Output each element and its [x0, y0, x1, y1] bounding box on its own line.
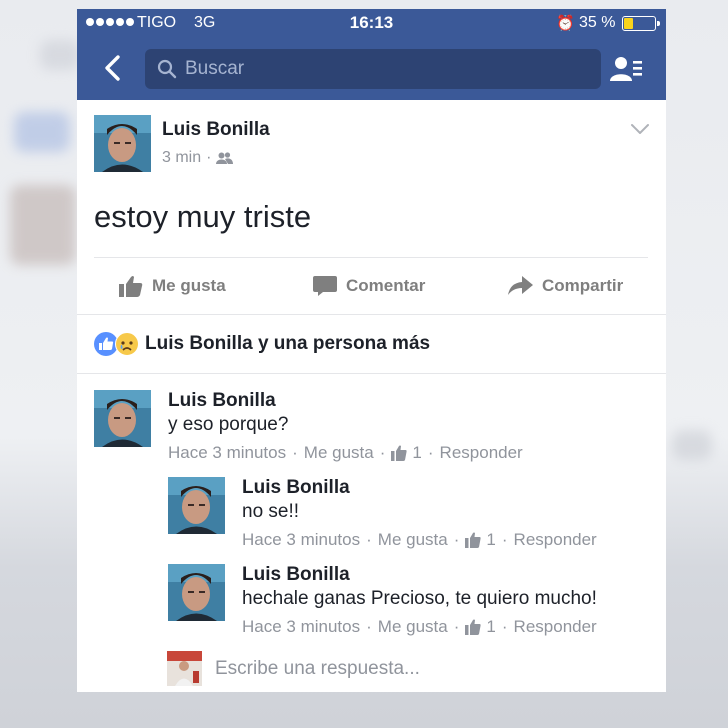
comment-bubble-icon [313, 276, 337, 296]
post-text: estoy muy triste [94, 199, 312, 234]
thumbs-up-icon [119, 276, 143, 297]
sad-reaction-icon [115, 332, 139, 356]
divider [77, 314, 666, 315]
search-input[interactable] [185, 49, 585, 89]
reply-reply-link[interactable]: Responder [514, 617, 597, 637]
background-blur [40, 40, 80, 70]
background-blur [14, 112, 70, 152]
back-arrow-icon[interactable] [99, 53, 129, 83]
comment: Luis Bonilla y eso porque? Hace 3 minuto… [94, 390, 654, 470]
comment-reply-link[interactable]: Responder [440, 443, 523, 463]
like-button-label: Me gusta [152, 276, 226, 295]
share-button-label: Compartir [542, 276, 624, 295]
thumbs-up-icon [465, 619, 482, 635]
chevron-down-icon[interactable] [630, 122, 650, 136]
thumbs-up-icon [465, 532, 482, 548]
post-meta: 3 min · [162, 149, 234, 167]
reply-like-link[interactable]: Me gusta [378, 617, 448, 637]
reply-time: Hace 3 minutos [242, 617, 361, 636]
comment-author-avatar[interactable] [94, 390, 151, 447]
comment-reply: Luis Bonilla no se!! Hace 3 minutos · Me… [168, 477, 648, 557]
share-arrow-icon [508, 276, 533, 295]
comment-like-link[interactable]: Me gusta [304, 443, 374, 463]
post-actions: Me gusta Comentar Compartir [77, 259, 666, 314]
current-user-avatar [167, 651, 202, 686]
divider [94, 257, 648, 258]
reply-author-name[interactable]: Luis Bonilla [242, 564, 350, 586]
search-icon [157, 59, 177, 79]
reply-time: Hace 3 minutos [242, 530, 361, 549]
reply-like-count[interactable]: 1 [486, 530, 495, 550]
comment-text: y eso porque? [168, 414, 289, 435]
share-button[interactable]: Compartir [507, 271, 623, 301]
reply-input[interactable] [215, 653, 655, 685]
reply-text: hechale ganas Precioso, te quiero mucho! [242, 588, 597, 609]
alarm-clock-icon: ⏰ [556, 15, 575, 32]
separator-dot: · [206, 149, 212, 166]
post-time[interactable]: 3 min [162, 149, 201, 167]
comment-like-count[interactable]: 1 [412, 443, 421, 463]
reactions-text: Luis Bonilla y una persona más [145, 333, 431, 354]
reply-like-count[interactable]: 1 [486, 617, 495, 637]
reply-meta: Hace 3 minutos · Me gusta · 1 · Responde… [242, 617, 597, 637]
reply-like-link[interactable]: Me gusta [378, 530, 448, 550]
friends-icon [216, 151, 234, 164]
post-author-avatar[interactable] [94, 115, 151, 172]
comment-time: Hace 3 minutos [168, 443, 287, 462]
divider [77, 373, 666, 374]
reply-reply-link[interactable]: Responder [514, 530, 597, 550]
reply-meta: Hace 3 minutos · Me gusta · 1 · Responde… [242, 530, 597, 550]
phone-screen: TIGO 3G 16:13 ⏰ 35 % Buscar Luis Bonilla… [77, 9, 666, 692]
thumbs-up-icon [391, 445, 408, 461]
like-button[interactable]: Me gusta [119, 271, 226, 301]
comment-reply: Luis Bonilla hechale ganas Precioso, te … [168, 564, 658, 644]
battery-level-fill [624, 18, 634, 29]
reply-author-avatar[interactable] [168, 564, 225, 621]
comment-button-label: Comentar [346, 276, 426, 295]
comment-meta: Hace 3 minutos · Me gusta · 1 · Responde… [168, 443, 523, 463]
comment-button[interactable]: Comentar [313, 271, 425, 301]
status-time: 16:13 [349, 13, 394, 32]
friends-list-icon[interactable] [609, 54, 643, 84]
background-blur [10, 185, 76, 265]
reply-author-name[interactable]: Luis Bonilla [242, 477, 350, 499]
search-bar[interactable] [145, 49, 601, 89]
status-bar: TIGO 3G 16:13 ⏰ 35 % [77, 9, 666, 37]
battery-percentage: 35 % [579, 14, 616, 31]
reply-author-avatar[interactable] [168, 477, 225, 534]
post-author-name[interactable]: Luis Bonilla [162, 119, 270, 141]
reactions-summary[interactable]: Luis Bonilla y una persona más [94, 329, 430, 359]
battery-icon [622, 16, 660, 31]
background-blur [672, 430, 712, 460]
comment-author-name[interactable]: Luis Bonilla [168, 390, 276, 412]
top-navigation-bar: TIGO 3G 16:13 ⏰ 35 % [77, 9, 666, 100]
reply-text: no se!! [242, 501, 300, 522]
